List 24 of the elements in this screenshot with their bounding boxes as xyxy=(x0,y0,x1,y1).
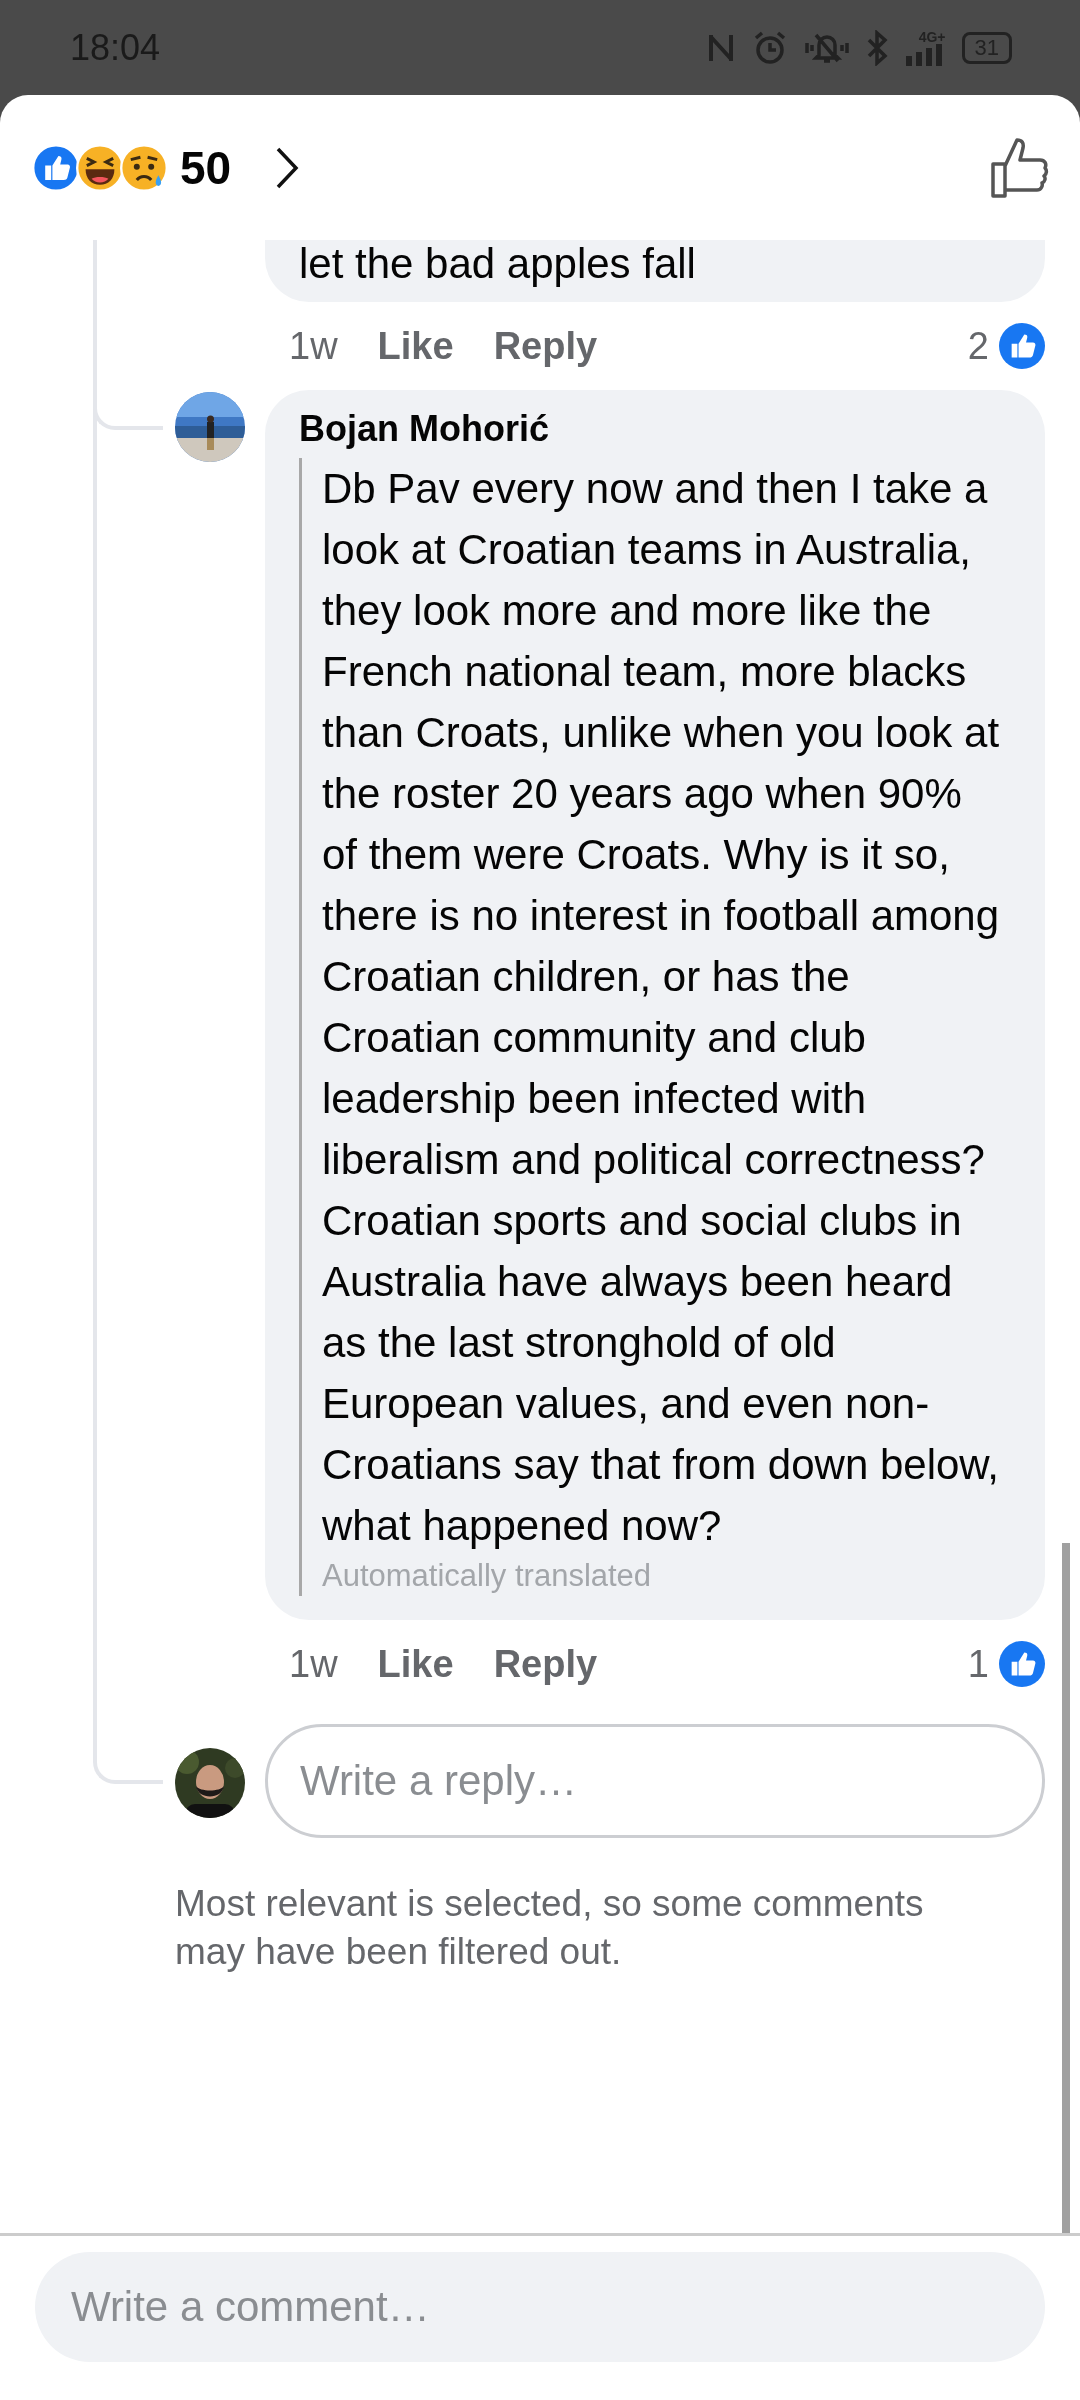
like-button[interactable] xyxy=(990,135,1050,200)
comment-field[interactable]: Write a comment… xyxy=(35,2252,1045,2362)
like-count: 1 xyxy=(967,1642,989,1686)
comment-author[interactable]: Bojan Mohorić xyxy=(299,404,1017,454)
like-reaction-icon xyxy=(32,143,80,192)
laughing-reaction-icon xyxy=(76,143,124,192)
chevron-right-icon[interactable] xyxy=(275,145,300,190)
translation-note: Automatically translated xyxy=(322,1557,653,1595)
sad-reaction-icon xyxy=(120,143,168,192)
like-link[interactable]: Like xyxy=(377,324,454,368)
like-link[interactable]: Like xyxy=(377,1642,454,1686)
bluetooth-icon xyxy=(865,29,890,66)
like-count: 2 xyxy=(967,324,989,368)
reply-link[interactable]: Reply xyxy=(493,1642,598,1686)
reaction-count[interactable]: 50 xyxy=(180,140,232,195)
like-icon xyxy=(999,323,1045,369)
comment-time: 1w xyxy=(289,324,338,368)
filter-notice: Most relevant is selected, so some comments may have been filtered out. xyxy=(175,1882,925,1974)
reply-link[interactable]: Reply xyxy=(493,324,598,368)
comment-text: let the bad apples fall xyxy=(299,240,697,288)
like-icon xyxy=(999,1641,1045,1687)
comment-text: Db Pav every now and then I take a look at Croatian teams in Australia, they look more and more like the French national team, more blacks than Croats, unlike when you look at the roster 20 years ago when 90% of them were Croats. Why is it so, there is no interest in football among Croatian children, or has the Croatian community and club leadership been infected with liberalism and political correctness? Croatian sports and social clubs in Australia have always been heard as the last stronghold of old European values, and even non-Croatians say that from down below, what happened now? xyxy=(322,464,1001,1551)
reply-field[interactable]: Write a reply… xyxy=(265,1724,1045,1838)
comment-time: 1w xyxy=(289,1642,338,1686)
